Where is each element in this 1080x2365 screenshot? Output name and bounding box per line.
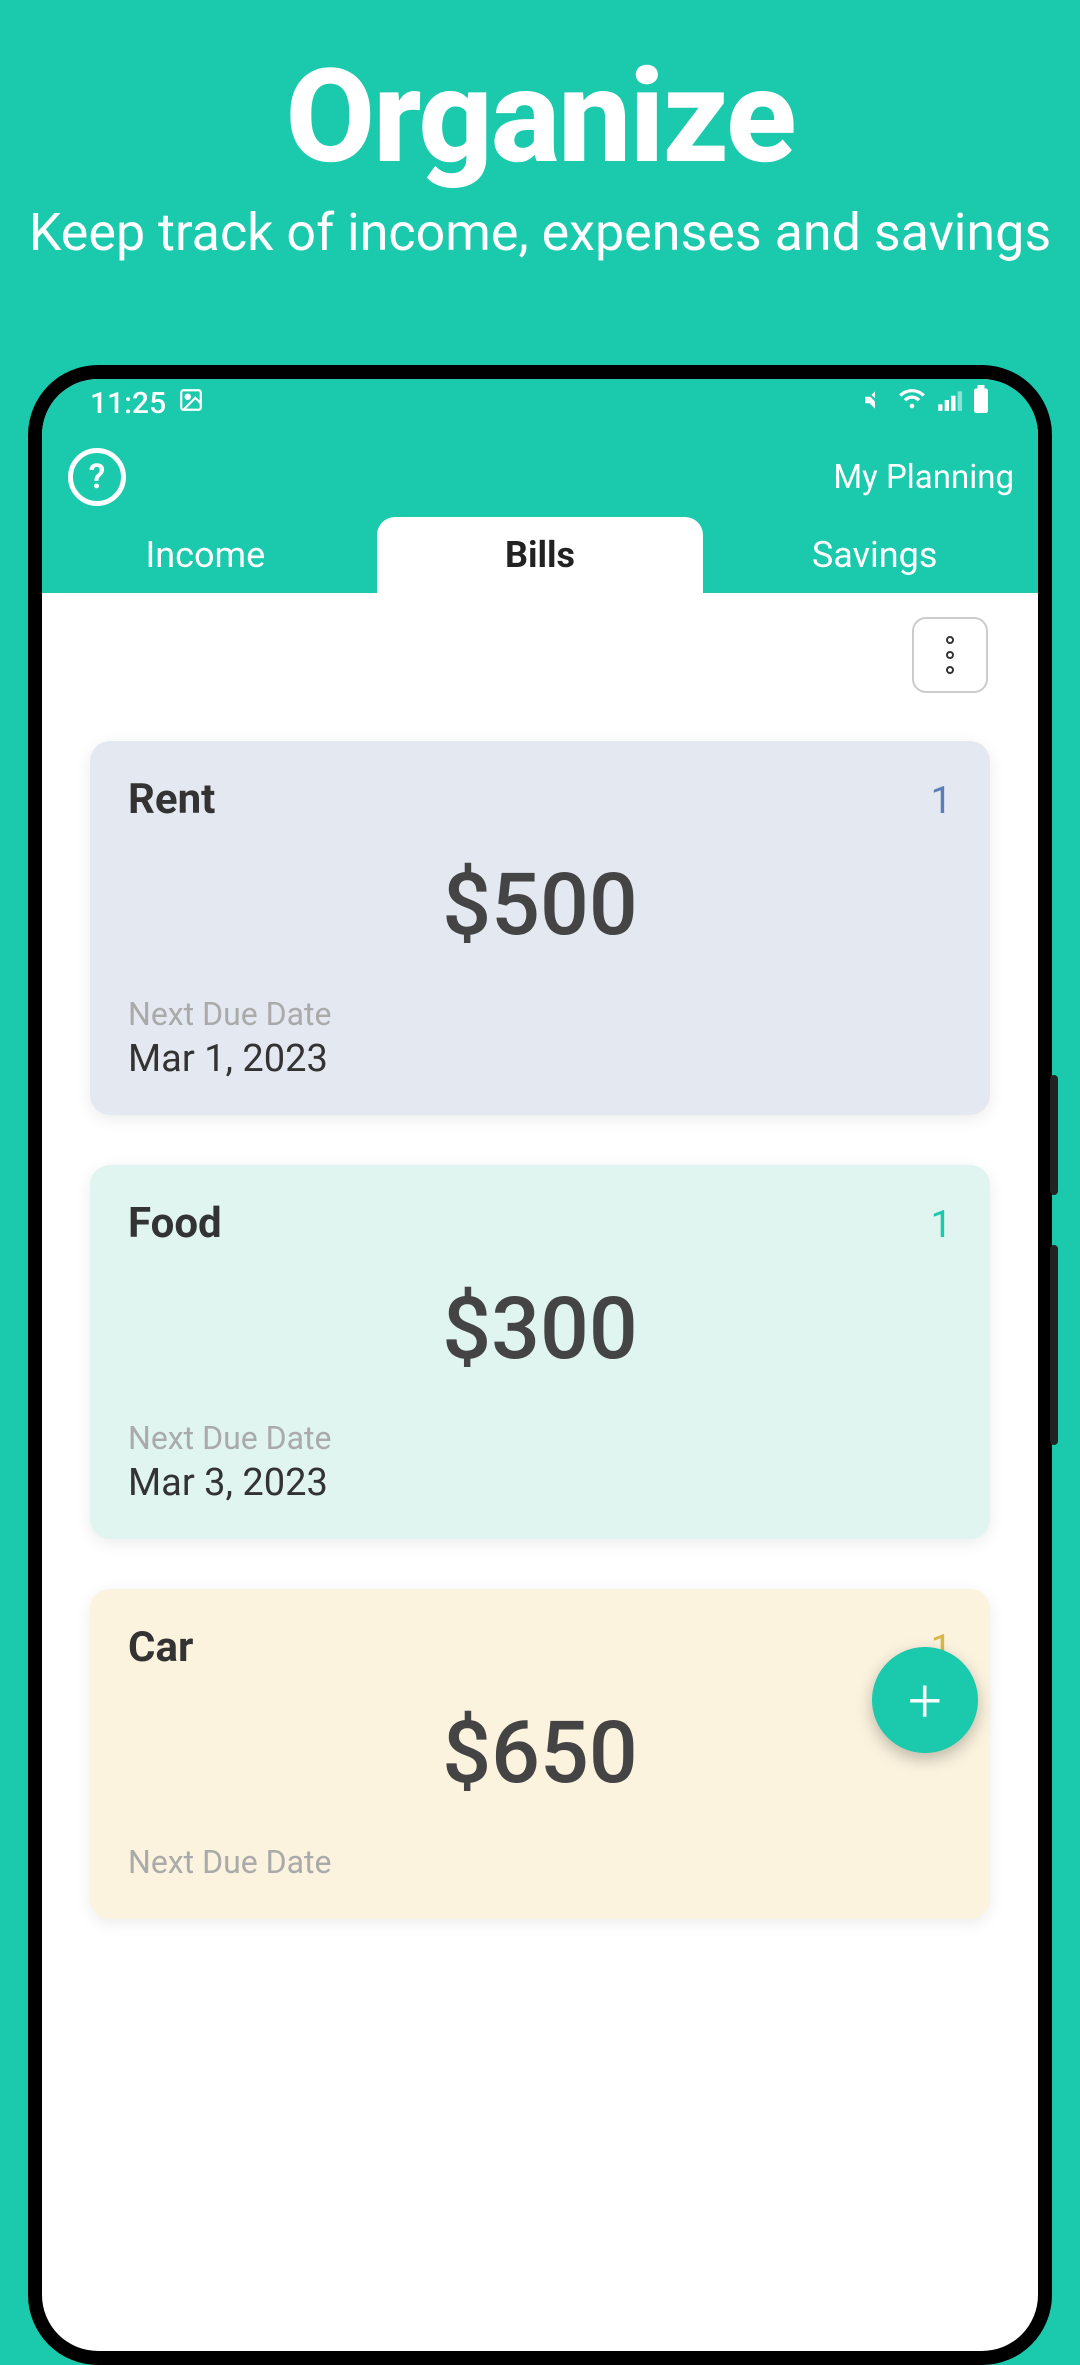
more-menu-button[interactable] (912, 617, 988, 693)
screenshot-icon (178, 386, 204, 421)
bill-due-label: Next Due Date (128, 1419, 952, 1457)
bill-card[interactable]: Rent 1 $500 Next Due Date Mar 1, 2023 (90, 741, 990, 1115)
bill-amount: $650 (128, 1702, 952, 1803)
bill-card[interactable]: Food 1 $300 Next Due Date Mar 3, 2023 (90, 1165, 990, 1539)
status-time: 11:25 (90, 386, 166, 421)
hero-title: Organize (0, 40, 1080, 193)
bill-badge: 1 (931, 779, 952, 823)
wifi-icon (898, 385, 926, 421)
phone-frame: 11:25 ? My (28, 365, 1052, 2365)
bill-name: Car (128, 1623, 193, 1672)
bill-name: Food (128, 1199, 222, 1248)
bill-card[interactable]: Car 1 $650 Next Due Date (90, 1589, 990, 1919)
content-area: Rent 1 $500 Next Due Date Mar 1, 2023 Fo… (42, 593, 1038, 1919)
battery-icon (972, 385, 990, 421)
bill-due-label: Next Due Date (128, 1843, 952, 1881)
phone-side-button (1050, 1245, 1058, 1445)
bill-due-date: Mar 3, 2023 (128, 1461, 952, 1505)
phone-side-button (1050, 1075, 1058, 1195)
tab-savings[interactable]: Savings (711, 517, 1038, 593)
bill-amount: $500 (128, 854, 952, 955)
status-bar: 11:25 (42, 379, 1038, 427)
bill-due-label: Next Due Date (128, 995, 952, 1033)
more-dots-icon (946, 636, 954, 674)
help-icon[interactable]: ? (68, 448, 126, 506)
tab-income[interactable]: Income (42, 517, 369, 593)
header-title[interactable]: My Planning (833, 458, 1014, 497)
bills-list: Rent 1 $500 Next Due Date Mar 1, 2023 Fo… (70, 621, 1010, 1919)
plus-icon: + (908, 1665, 942, 1736)
bill-amount: $300 (128, 1278, 952, 1379)
tab-bills[interactable]: Bills (377, 517, 704, 593)
bill-name: Rent (128, 775, 215, 824)
tabs: Income Bills Savings (42, 517, 1038, 593)
app-header: ? My Planning (42, 427, 1038, 517)
bill-badge: 1 (931, 1203, 952, 1247)
mute-icon (862, 386, 888, 421)
bill-due-date: Mar 1, 2023 (128, 1037, 952, 1081)
signal-icon (936, 386, 962, 421)
add-button[interactable]: + (872, 1647, 978, 1753)
hero-subtitle: Keep track of income, expenses and savin… (0, 203, 1080, 263)
phone-screen: 11:25 ? My (42, 379, 1038, 2351)
